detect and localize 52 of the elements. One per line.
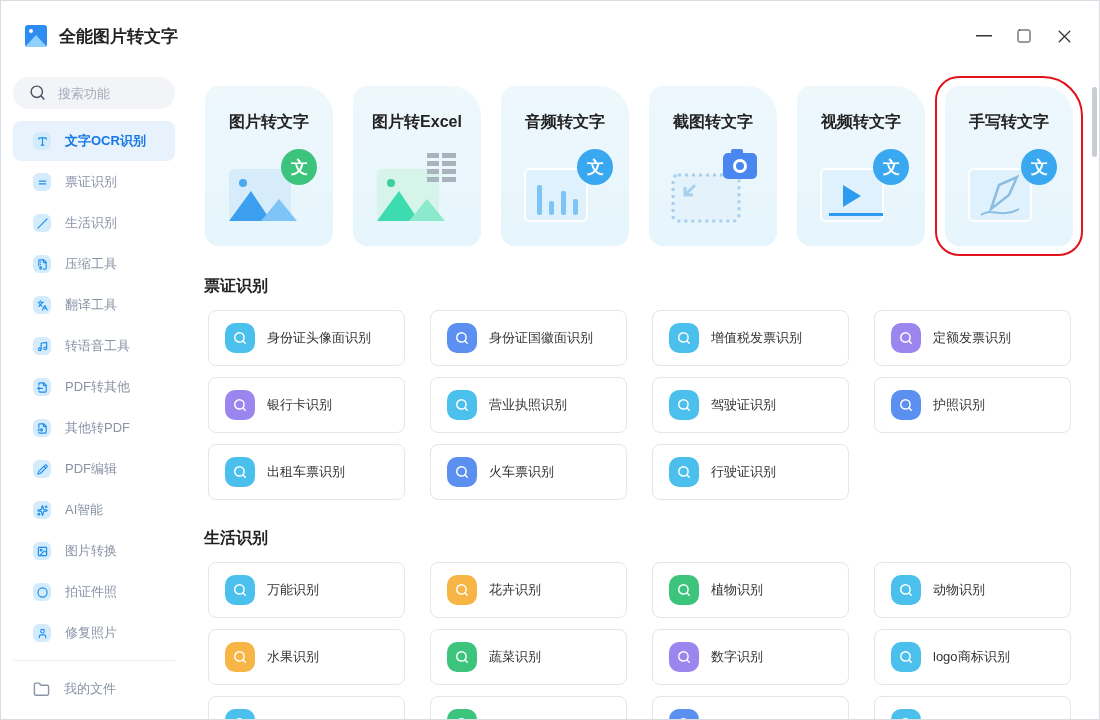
sidebar-item-icon — [33, 624, 51, 642]
sidebar-item-icon — [33, 132, 51, 150]
text-badge: 文 — [873, 149, 909, 185]
sidebar-item-icon — [33, 419, 51, 437]
minimize-icon — [976, 35, 992, 37]
tool-card[interactable]: 护照识别 — [874, 377, 1071, 433]
feature-card[interactable]: 图片转文字 文 — [205, 86, 333, 246]
sidebar-item-icon — [33, 214, 51, 232]
sidebar-item[interactable]: 文字OCR识别 — [13, 121, 175, 161]
feature-card[interactable]: 截图转文字 — [649, 86, 777, 246]
sidebar-item-icon — [33, 296, 51, 314]
tool-card[interactable]: 银行卡识别 — [208, 377, 405, 433]
tool-card[interactable]: 行驶证识别 — [652, 444, 849, 500]
tool-card[interactable]: 增值税发票识别 — [652, 310, 849, 366]
text-badge: 文 — [281, 149, 317, 185]
app-logo-icon — [25, 25, 47, 47]
feature-card[interactable]: 视频转文字 文 — [797, 86, 925, 246]
feature-card[interactable]: 图片转Excel — [353, 86, 481, 246]
sidebar-item-icon — [33, 501, 51, 519]
sidebar-item-icon — [33, 173, 51, 191]
text-badge: 文 — [577, 149, 613, 185]
tool-card[interactable]: 蔬菜识别 — [430, 629, 627, 685]
sidebar-item-icon — [33, 542, 51, 560]
tool-card[interactable]: 出租车票识别 — [208, 444, 405, 500]
section-title: 生活识别 — [204, 528, 269, 548]
tool-card[interactable]: 花卉识别 — [430, 562, 627, 618]
tool-card[interactable]: logo商标识别 — [874, 629, 1071, 685]
text-badge: 文 — [1021, 149, 1057, 185]
section-title: 票证识别 — [204, 276, 269, 296]
tool-card[interactable]: 水果识别 — [208, 629, 405, 685]
window-title: 全能图片转文字 — [59, 25, 178, 48]
tool-card[interactable]: 万能识别 — [208, 562, 405, 618]
sidebar-item-icon — [33, 378, 51, 396]
scrollbar-thumb[interactable] — [1091, 87, 1097, 157]
tool-card[interactable]: 营业执照识别 — [430, 377, 627, 433]
sidebar-item-icon — [33, 255, 51, 273]
sidebar-item-icon — [33, 583, 51, 601]
folder-icon — [33, 680, 50, 698]
tool-card[interactable]: 驾驶证识别 — [652, 377, 849, 433]
tool-card[interactable]: 数字识别 — [652, 629, 849, 685]
maximize-icon — [1016, 28, 1032, 44]
tool-card[interactable]: 身份证头像面识别 — [208, 310, 405, 366]
tool-card[interactable]: 火车票识别 — [430, 444, 627, 500]
sidebar-item-icon — [33, 337, 51, 355]
tool-card[interactable]: 植物识别 — [652, 562, 849, 618]
feature-card[interactable]: 音频转文字 文 — [501, 86, 629, 246]
tool-card[interactable]: 身份证国徽面识别 — [430, 310, 627, 366]
tool-card[interactable]: 动物识别 — [874, 562, 1071, 618]
tool-card[interactable]: 定额发票识别 — [874, 310, 1071, 366]
search-icon — [29, 84, 46, 101]
search-field[interactable]: 搜索功能 — [13, 77, 175, 109]
sidebar-item-icon — [33, 460, 51, 478]
